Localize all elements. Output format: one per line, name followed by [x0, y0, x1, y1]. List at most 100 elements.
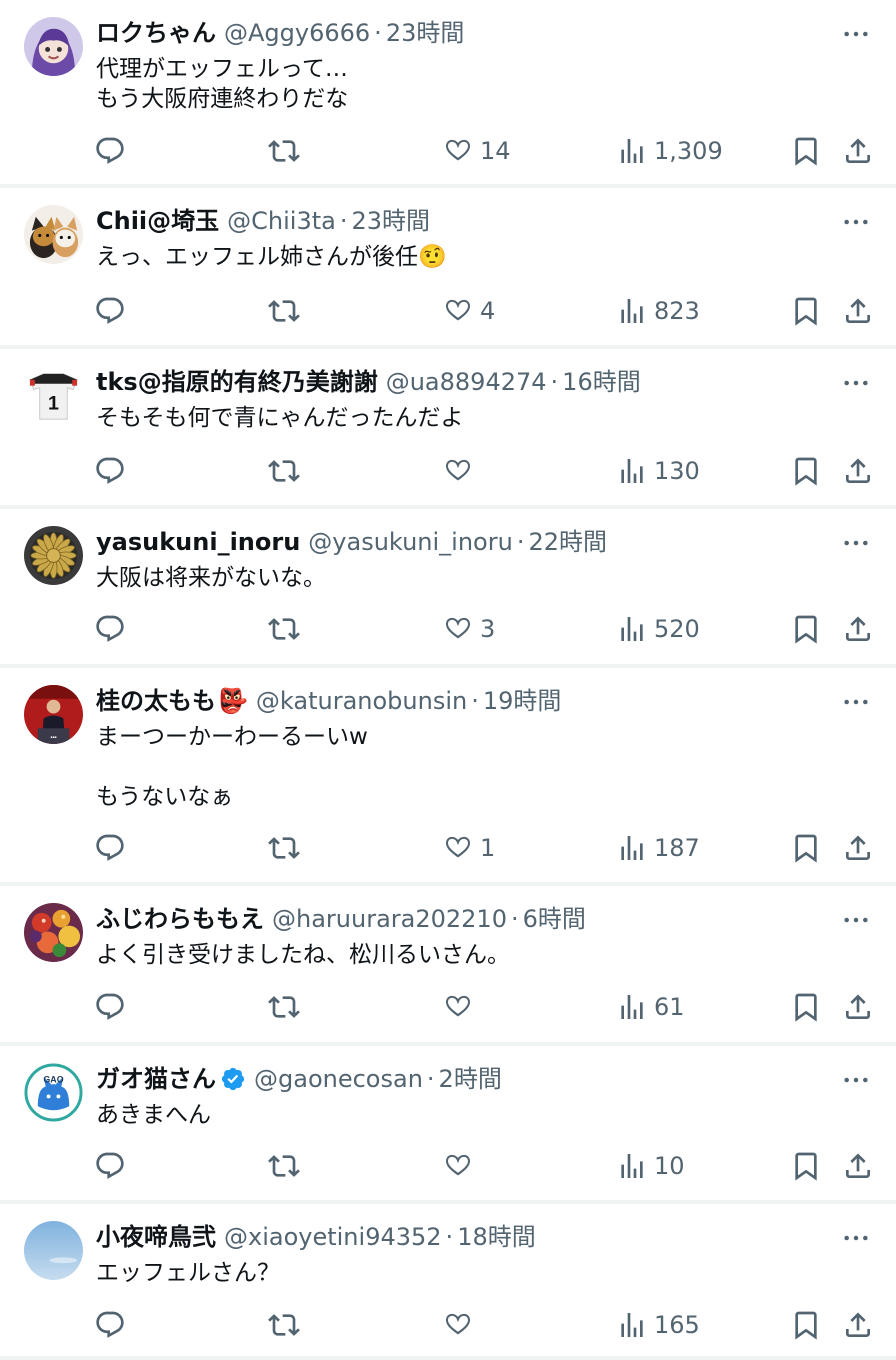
display-name[interactable]: ガオ猫さん [96, 1062, 216, 1096]
display-name[interactable]: ロクちゃん [96, 16, 216, 50]
like-button[interactable] [442, 451, 480, 491]
timestamp[interactable]: 16時間 [562, 365, 641, 399]
tweet-text: まーつーかーわーるーいw もうないなぁ [96, 722, 856, 812]
retweet-button[interactable] [268, 131, 300, 171]
like-button[interactable] [442, 987, 480, 1027]
share-button[interactable] [842, 1305, 874, 1345]
retweet-button[interactable] [268, 451, 300, 491]
retweet-button[interactable] [268, 291, 300, 331]
user-handle[interactable]: @Chii3ta [227, 204, 336, 238]
retweet-button[interactable] [268, 987, 300, 1027]
reply-tweet[interactable]: ▪▪▪ 桂の太もも 👺 @katuranobunsin · 19時間 まーつーか… [0, 668, 896, 886]
reply-button[interactable] [94, 1146, 126, 1186]
tweet-header: ロクちゃん @Aggy6666 · 23時間 [96, 16, 826, 50]
avatar[interactable] [24, 1221, 83, 1280]
more-options-icon[interactable] [840, 1064, 872, 1096]
like-button[interactable]: 4 [442, 291, 495, 331]
retweet-button[interactable] [268, 609, 300, 649]
display-name[interactable]: 小夜啼鳥弐 [96, 1220, 216, 1254]
reply-tweet[interactable]: ふじわらももえ @haruurara202210 · 6時間 よく引き受けました… [0, 886, 896, 1046]
timestamp[interactable]: 18時間 [457, 1220, 536, 1254]
user-handle[interactable]: @xiaoyetini94352 [224, 1220, 442, 1254]
bookmark-button[interactable] [790, 1146, 822, 1186]
display-name[interactable]: 桂の太もも [96, 684, 216, 718]
views-button[interactable]: 165 [616, 1305, 700, 1345]
share-button[interactable] [842, 609, 874, 649]
user-handle[interactable]: @katuranobunsin [256, 684, 467, 718]
views-button[interactable]: 520 [616, 609, 700, 649]
avatar[interactable] [24, 17, 83, 76]
share-button[interactable] [842, 828, 874, 868]
reply-tweet[interactable]: ロクちゃん @Aggy6666 · 23時間 代理がエッフェルって… もう大阪府連… [0, 0, 896, 188]
more-options-icon[interactable] [840, 527, 872, 559]
avatar[interactable] [24, 903, 83, 962]
like-button[interactable]: 3 [442, 609, 495, 649]
share-button[interactable] [842, 451, 874, 491]
timestamp[interactable]: 6時間 [523, 902, 586, 936]
reply-tweet[interactable]: 小夜啼鳥弐 @xiaoyetini94352 · 18時間 エッフェルさん？ 1… [0, 1204, 896, 1360]
like-button[interactable]: 1 [442, 828, 495, 868]
share-button[interactable] [842, 1146, 874, 1186]
views-button[interactable]: 187 [616, 828, 700, 868]
more-options-icon[interactable] [840, 18, 872, 50]
retweet-button[interactable] [268, 828, 300, 868]
views-button[interactable]: 1,309 [616, 131, 723, 171]
user-handle[interactable]: @yasukuni_inoru [308, 525, 513, 559]
like-button[interactable] [442, 1305, 480, 1345]
bookmark-button[interactable] [790, 828, 822, 868]
reply-tweet[interactable]: yasukuni_inoru @yasukuni_inoru · 22時間 大阪… [0, 509, 896, 668]
views-button[interactable]: 823 [616, 291, 700, 331]
user-handle[interactable]: @Aggy6666 [224, 16, 370, 50]
timestamp[interactable]: 23時間 [386, 16, 465, 50]
reply-button[interactable] [94, 131, 126, 171]
avatar[interactable]: GAO [24, 1063, 83, 1122]
more-options-icon[interactable] [840, 206, 872, 238]
views-button[interactable]: 130 [616, 451, 700, 491]
reply-button[interactable] [94, 987, 126, 1027]
timestamp[interactable]: 23時間 [352, 204, 431, 238]
timestamp[interactable]: 2時間 [439, 1062, 502, 1096]
more-options-icon[interactable] [840, 367, 872, 399]
reply-button[interactable] [94, 451, 126, 491]
more-options-icon[interactable] [840, 686, 872, 718]
timestamp[interactable]: 19時間 [483, 684, 562, 718]
share-button[interactable] [842, 131, 874, 171]
more-options-icon[interactable] [840, 904, 872, 936]
reply-button[interactable] [94, 1305, 126, 1345]
display-name[interactable]: tks@指原的有終乃美謝謝 [96, 365, 378, 399]
avatar[interactable]: 1 [24, 366, 83, 425]
retweet-button[interactable] [268, 1146, 300, 1186]
avatar[interactable] [24, 526, 83, 585]
bookmark-button[interactable] [790, 131, 822, 171]
views-button[interactable]: 61 [616, 987, 685, 1027]
bookmark-button[interactable] [790, 291, 822, 331]
display-name[interactable]: yasukuni_inoru [96, 525, 300, 559]
avatar[interactable]: ▪▪▪ [24, 685, 83, 744]
name-emoji: 👺 [218, 687, 248, 715]
share-button[interactable] [842, 291, 874, 331]
user-handle[interactable]: @gaonecosan [254, 1062, 423, 1096]
reply-tweet[interactable]: GAO ガオ猫さん @gaonecosan · 2時間 あきまへん 10 [0, 1046, 896, 1204]
display-name[interactable]: Chii@埼玉 [96, 204, 219, 238]
more-options-icon[interactable] [840, 1222, 872, 1254]
views-button[interactable]: 10 [616, 1146, 685, 1186]
user-handle[interactable]: @haruurara202210 [272, 902, 507, 936]
reply-button[interactable] [94, 291, 126, 331]
like-button[interactable]: 14 [442, 131, 511, 171]
bookmark-button[interactable] [790, 609, 822, 649]
retweet-icon [268, 991, 300, 1023]
bookmark-button[interactable] [790, 1305, 822, 1345]
like-button[interactable] [442, 1146, 480, 1186]
bookmark-button[interactable] [790, 451, 822, 491]
share-button[interactable] [842, 987, 874, 1027]
retweet-button[interactable] [268, 1305, 300, 1345]
bookmark-button[interactable] [790, 987, 822, 1027]
display-name[interactable]: ふじわらももえ [96, 902, 264, 936]
reply-button[interactable] [94, 609, 126, 649]
reply-button[interactable] [94, 828, 126, 868]
user-handle[interactable]: @ua8894274 [386, 365, 547, 399]
reply-tweet[interactable]: 1 tks@指原的有終乃美謝謝 @ua8894274 · 16時間 そもそも何で… [0, 349, 896, 509]
timestamp[interactable]: 22時間 [528, 525, 607, 559]
avatar[interactable] [24, 205, 83, 264]
reply-tweet[interactable]: Chii@埼玉 @Chii3ta · 23時間 えっ、エッフェル姉さんが後任🤨 … [0, 188, 896, 349]
